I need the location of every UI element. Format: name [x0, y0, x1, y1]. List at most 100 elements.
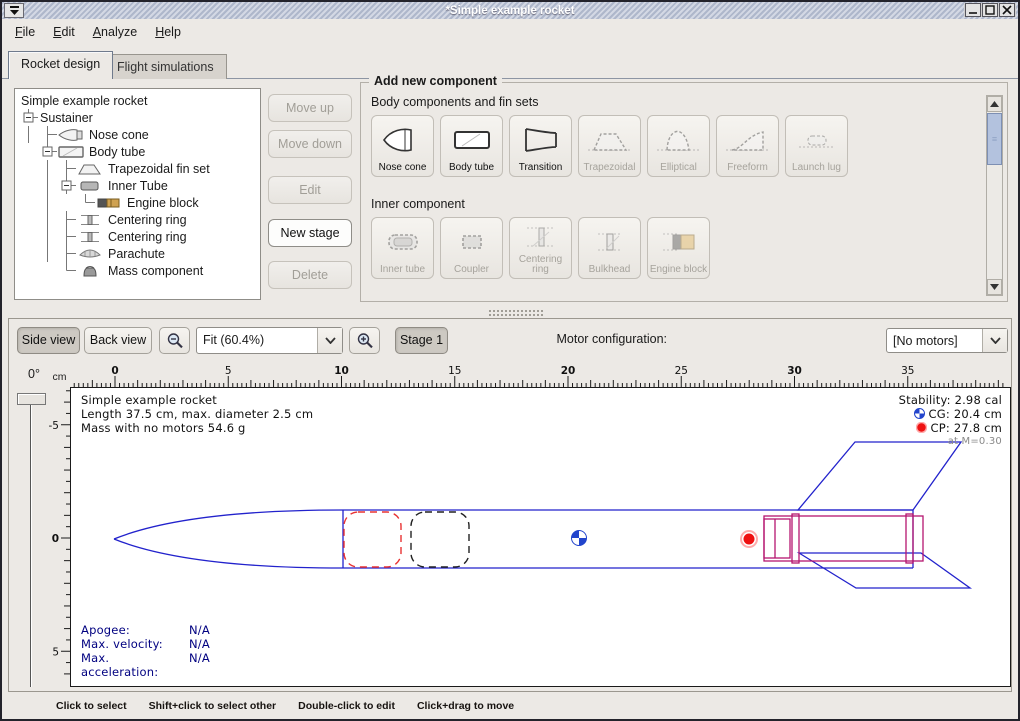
svg-text:5: 5 [52, 646, 59, 658]
component-button-bulkhead[interactable]: Bulkhead [578, 217, 641, 279]
add-component-group: Add new component Body components and fi… [360, 82, 1008, 302]
flight-info: Apogee:N/A Max. velocity:N/A Max. accele… [81, 623, 210, 679]
tree-item-simple-example-rocket[interactable]: Simple example rocket [19, 92, 260, 109]
zoom-level-value: Fit (60.4%) [197, 328, 317, 353]
component-button-launch-lug[interactable]: Launch lug [785, 115, 848, 177]
move-down-button[interactable]: Move down [268, 130, 352, 158]
tree-item-inner-tube[interactable]: Inner Tube [19, 177, 260, 194]
tree-item-mass-component[interactable]: Mass component [19, 262, 260, 279]
component-scrollbar[interactable]: ≡ [986, 95, 1003, 296]
zoom-in-button[interactable] [349, 327, 380, 354]
move-up-button[interactable]: Move up [268, 94, 352, 122]
svg-text:0: 0 [52, 533, 59, 545]
component-tree: Simple example rocketSustainer Nose cone B… [14, 88, 261, 300]
top-fin [798, 442, 961, 510]
tab-flight-simulations[interactable]: Flight simulations [104, 54, 227, 79]
body-tube-icon [450, 116, 494, 163]
component-button-freeform[interactable]: Freeform [716, 115, 779, 177]
tab-bar: Rocket design Flight simulations [2, 45, 1018, 79]
elliptical-icon [657, 116, 701, 163]
tree-item-label: Parachute [106, 247, 165, 261]
rotation-slider-track[interactable] [30, 399, 32, 687]
svg-text:-5: -5 [49, 420, 59, 432]
minimize-button[interactable] [965, 3, 981, 17]
tree-item-parachute[interactable]: Parachute [19, 245, 260, 262]
centering-ring-aft [906, 514, 913, 563]
component-button-elliptical[interactable]: Elliptical [647, 115, 710, 177]
fin-set-icon [76, 161, 106, 176]
mass-component-outline [411, 512, 469, 567]
menu-file[interactable]: File [6, 22, 44, 42]
centering-ring-icon [76, 229, 106, 244]
component-button-label: Trapezoidal [584, 163, 636, 173]
body-components-row: Nose coneBody tube Transition Trapezoidal E… [371, 115, 848, 177]
tree-item-centering-ring[interactable]: Centering ring [19, 211, 260, 228]
maximize-button[interactable] [982, 3, 998, 17]
minimize-icon [968, 5, 978, 15]
bulkhead-icon [588, 218, 632, 265]
tree-item-sustainer[interactable]: Sustainer [19, 109, 260, 126]
menu-edit[interactable]: Edit [44, 22, 84, 42]
rocket-drawing-canvas[interactable]: Simple example rocket Length 37.5 cm, ma… [70, 387, 1011, 687]
inner-tube-icon [76, 178, 106, 193]
component-button-coupler[interactable]: Coupler [440, 217, 503, 279]
delete-button[interactable]: Delete [268, 261, 352, 289]
edit-button[interactable]: Edit [268, 176, 352, 204]
zoom-combo-arrow[interactable] [317, 328, 342, 353]
back-view-button[interactable]: Back view [84, 327, 152, 354]
horizontal-splitter[interactable] [2, 307, 1018, 318]
ruler-unit-label: cm [49, 366, 70, 387]
zoom-level-combo[interactable]: Fit (60.4%) [196, 327, 343, 354]
tree-item-label: Trapezoidal fin set [106, 162, 210, 176]
tree-item-label: Nose cone [87, 128, 149, 142]
scroll-down-button[interactable] [987, 279, 1002, 295]
coupler-icon [450, 218, 494, 265]
component-button-nose-cone[interactable]: Nose cone [371, 115, 434, 177]
menu-analyze[interactable]: Analyze [84, 22, 146, 42]
scrollbar-thumb[interactable]: ≡ [987, 113, 1002, 165]
rocket-dimensions: Length 37.5 cm, max. diameter 2.5 cm [81, 407, 313, 421]
rotation-slider-handle[interactable] [17, 393, 46, 405]
add-component-title: Add new component [369, 74, 502, 88]
tree-item-nose-cone[interactable]: Nose cone [19, 126, 260, 143]
tree-item-engine-block[interactable]: Engine block [19, 194, 260, 211]
zoom-in-icon [356, 332, 374, 350]
component-button-trapezoidal[interactable]: Trapezoidal [578, 115, 641, 177]
new-stage-button[interactable]: New stage [268, 219, 352, 247]
component-button-centering-ring[interactable]: Centering ring [509, 217, 572, 279]
splitter-handle[interactable] [488, 309, 544, 316]
rocket-name: Simple example rocket [81, 393, 313, 407]
scroll-up-button[interactable] [987, 96, 1002, 112]
component-button-label: Elliptical [660, 163, 697, 173]
component-button-transition[interactable]: Transition [509, 115, 572, 177]
svg-text:15: 15 [448, 365, 461, 377]
tree-item-centering-ring[interactable]: Centering ring [19, 228, 260, 245]
component-button-body-tube[interactable]: Body tube [440, 115, 503, 177]
svg-text:20: 20 [561, 365, 576, 377]
inner-tube-outline [764, 516, 923, 561]
component-button-label: Transition [519, 163, 563, 173]
projected-fins [799, 553, 970, 588]
freeform-icon [726, 116, 770, 163]
stage-1-toggle[interactable]: Stage 1 [395, 327, 448, 354]
motor-configuration-combo[interactable]: [No motors] [886, 328, 1008, 353]
tree-item-label: Body tube [87, 145, 145, 159]
chevron-down-icon [990, 337, 1001, 344]
tree-item-body-tube[interactable]: Body tube [19, 143, 260, 160]
inner-component-label: Inner component [371, 197, 465, 211]
tab-rocket-design[interactable]: Rocket design [8, 51, 113, 79]
tree-item-trapezoidal-fin-set[interactable]: Trapezoidal fin set [19, 160, 260, 177]
zoom-out-icon [166, 332, 184, 350]
side-view-button[interactable]: Side view [17, 327, 80, 354]
hint-double-click: Double-click to edit [298, 700, 395, 712]
close-button[interactable] [999, 3, 1015, 17]
svg-text:35: 35 [901, 365, 914, 377]
component-button-inner-tube[interactable]: Inner tube [371, 217, 434, 279]
motor-combo-arrow[interactable] [982, 329, 1007, 352]
zoom-out-button[interactable] [159, 327, 190, 354]
component-button-engine-block[interactable]: Engine block [647, 217, 710, 279]
menu-help[interactable]: Help [146, 22, 190, 42]
rocket-view-panel: Side view Back view Fit (60.4%) Stage 1 … [8, 318, 1012, 692]
engine-block-icon [95, 195, 125, 210]
tree-item-label: Engine block [125, 196, 199, 210]
